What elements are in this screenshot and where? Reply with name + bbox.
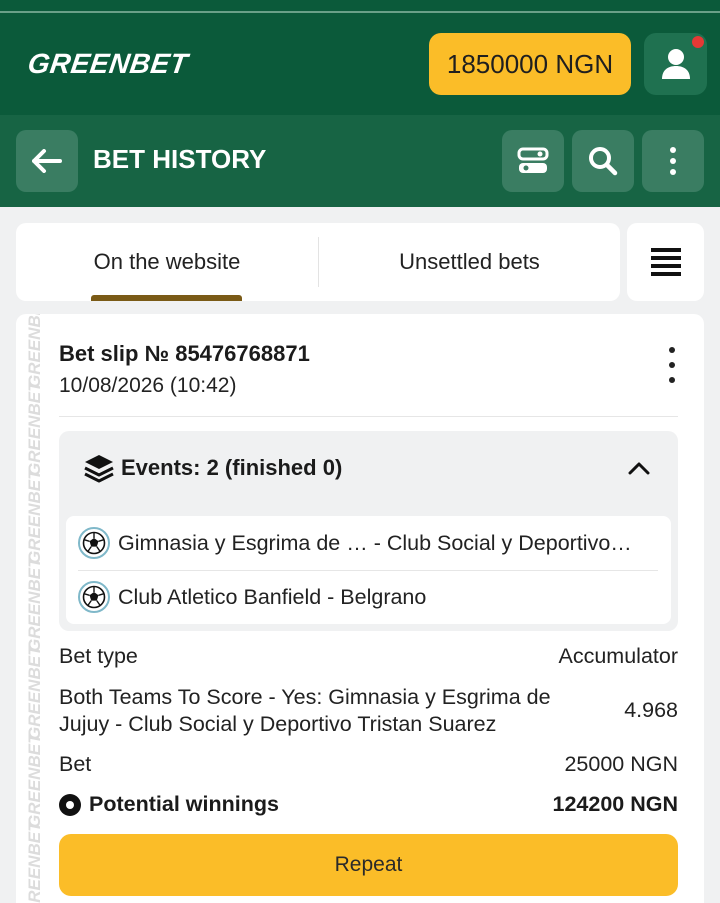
hamburger-icon: [650, 248, 681, 276]
search-button[interactable]: [572, 130, 634, 192]
winnings-row: Potential winnings 124200 NGN: [59, 792, 678, 817]
bet-type-label: Bet type: [59, 644, 138, 668]
watermark-text: GREENBET: [25, 381, 44, 476]
layers-icon: [84, 455, 114, 483]
soccer-ball-icon: [78, 527, 110, 559]
user-icon: [661, 49, 690, 79]
watermark-text: GREENBET: [25, 469, 44, 564]
event-name: Gimnasia y Esgrima de … - Club Social y …: [118, 530, 632, 555]
bet-odds: 4.968: [624, 698, 678, 722]
brand-watermark: GREENBET GREENBET GREENBET GREENBET GREE…: [16, 314, 58, 903]
chevron-up-icon[interactable]: [628, 461, 650, 475]
watermark-text: GREENBET: [25, 821, 44, 903]
event-item[interactable]: Gimnasia y Esgrima de … - Club Social y …: [66, 516, 671, 570]
back-button[interactable]: [16, 130, 78, 192]
soccer-ball-icon: [78, 581, 110, 613]
bet-slip-card: GREENBET GREENBET GREENBET GREENBET GREE…: [16, 314, 704, 903]
more-vertical-icon: [669, 347, 675, 353]
watermark-text: GREENBET: [25, 314, 44, 388]
watermark-text: GREENBET: [25, 557, 44, 652]
stake-label: Bet: [59, 752, 92, 776]
more-options-button[interactable]: [642, 130, 704, 192]
active-tab-indicator: [91, 295, 242, 301]
arrow-left-icon: [32, 149, 62, 173]
history-tabs: On the website Unsettled bets: [16, 223, 620, 301]
events-panel: Events: 2 (finished 0) Gimnasia y Esgrim…: [59, 431, 678, 631]
more-vertical-icon: [670, 147, 676, 175]
divider: [59, 416, 678, 417]
winnings-label: Potential winnings: [89, 792, 279, 816]
slip-options-button[interactable]: [660, 347, 684, 383]
watermark-text: GREENBET: [25, 645, 44, 740]
stake-value: 25000 NGN: [564, 752, 678, 776]
list-menu-button[interactable]: [627, 223, 704, 301]
event-name: Club Atletico Banfield - Belgrano: [118, 584, 427, 609]
repeat-button[interactable]: Repeat: [59, 834, 678, 896]
search-icon: [589, 147, 618, 176]
radio-icon: [59, 794, 81, 817]
event-item[interactable]: Club Atletico Banfield - Belgrano: [66, 570, 671, 624]
bet-type-row: Bet type Accumulator: [59, 644, 678, 669]
balance-button[interactable]: 1850000 NGN: [429, 33, 631, 95]
bet-slip-date: 10/08/2026 (10:42): [59, 374, 237, 397]
tab-on-the-website[interactable]: On the website: [16, 223, 318, 301]
filter-button[interactable]: [502, 130, 564, 192]
bet-type-value: Accumulator: [558, 644, 679, 668]
tab-unsettled-bets[interactable]: Unsettled bets: [319, 223, 620, 301]
events-count-label: Events: 2 (finished 0): [121, 455, 343, 480]
notification-dot: [692, 36, 704, 48]
top-strip: [0, 11, 720, 13]
stake-row: Bet 25000 NGN: [59, 752, 678, 777]
winnings-value: 124200 NGN: [552, 792, 679, 816]
events-toggle[interactable]: Events: 2 (finished 0): [83, 453, 342, 483]
events-list: Gimnasia y Esgrima de … - Club Social y …: [66, 516, 671, 624]
brand-logo[interactable]: GREENBET: [26, 48, 190, 80]
bet-selection: Both Teams To Score - Yes: Gimnasia y Es…: [59, 685, 551, 736]
toggle-view-icon: [517, 147, 549, 173]
page-title: BET HISTORY: [93, 144, 267, 174]
bet-slip-number: Bet slip № 85476768871: [59, 341, 310, 366]
watermark-text: GREENBET: [25, 733, 44, 828]
